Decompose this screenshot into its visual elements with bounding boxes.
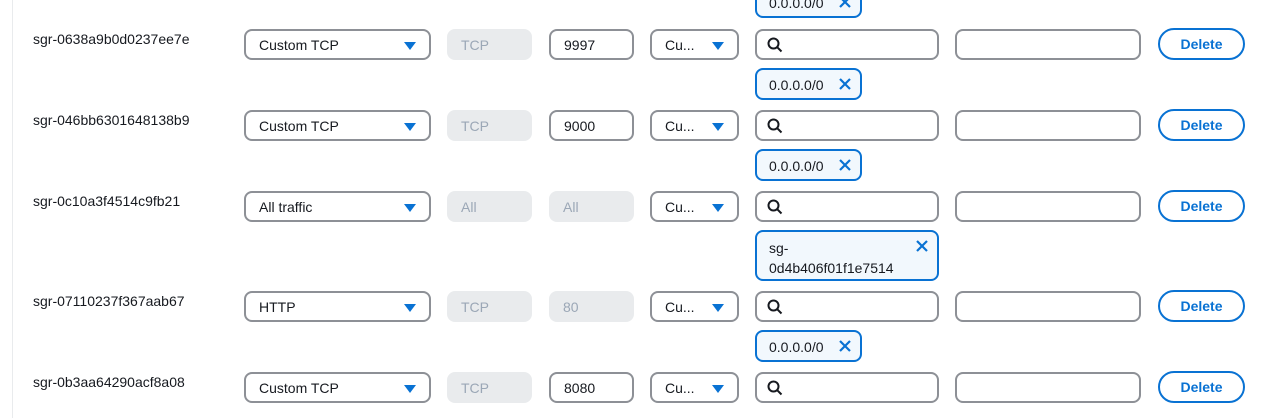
caret-down-icon bbox=[712, 385, 724, 393]
source-token-value: sg- 0d4b406f01f1e7514 bbox=[769, 240, 894, 276]
search-icon bbox=[767, 118, 783, 134]
protocol-field: All bbox=[447, 191, 532, 222]
rule-type-select[interactable]: All traffic bbox=[244, 191, 431, 222]
source-search-input[interactable] bbox=[755, 372, 939, 403]
caret-down-icon bbox=[404, 385, 416, 393]
source-token-value: 0.0.0.0/0 bbox=[769, 339, 824, 355]
rule-type-value: HTTP bbox=[259, 298, 296, 315]
rule-type-select[interactable]: HTTP bbox=[244, 291, 431, 322]
port-range-value: 9000 bbox=[564, 117, 596, 134]
source-search-input[interactable] bbox=[755, 29, 939, 60]
port-range-input[interactable]: 9000 bbox=[549, 110, 634, 141]
protocol-field: TCP bbox=[447, 291, 532, 322]
protocol-field: TCP bbox=[447, 29, 532, 60]
rule-id: sgr-0b3aa64290acf8a08 bbox=[33, 374, 185, 390]
caret-down-icon bbox=[404, 42, 416, 50]
source-search-input[interactable] bbox=[755, 291, 939, 322]
delete-rule-button[interactable]: Delete bbox=[1158, 109, 1245, 141]
caret-down-icon bbox=[712, 204, 724, 212]
source-token: 0.0.0.0/0 bbox=[755, 68, 862, 100]
close-icon[interactable] bbox=[915, 239, 929, 253]
close-icon[interactable] bbox=[838, 77, 852, 91]
caret-down-icon bbox=[712, 123, 724, 131]
source-type-select[interactable]: Cu... bbox=[650, 191, 739, 222]
search-icon bbox=[767, 380, 783, 396]
source-search-input[interactable] bbox=[755, 110, 939, 141]
rule-type-select[interactable]: Custom TCP bbox=[244, 372, 431, 403]
close-icon[interactable] bbox=[838, 339, 852, 353]
port-range-field: All bbox=[549, 191, 634, 222]
port-range-value: 8080 bbox=[564, 379, 596, 396]
source-token: 0.0.0.0/0 bbox=[755, 330, 862, 362]
port-range-value: All bbox=[563, 198, 579, 215]
protocol-field: TCP bbox=[447, 110, 532, 141]
delete-rule-button[interactable]: Delete bbox=[1158, 290, 1245, 322]
source-search-input[interactable] bbox=[755, 191, 939, 222]
source-type-value: Cu... bbox=[665, 117, 695, 134]
caret-down-icon bbox=[404, 304, 416, 312]
delete-rule-button[interactable]: Delete bbox=[1158, 190, 1245, 222]
source-type-value: Cu... bbox=[665, 379, 695, 396]
caret-down-icon bbox=[712, 304, 724, 312]
protocol-value: TCP bbox=[461, 298, 489, 315]
description-input[interactable] bbox=[955, 110, 1141, 141]
source-type-value: Cu... bbox=[665, 198, 695, 215]
search-icon bbox=[767, 199, 783, 215]
description-input[interactable] bbox=[955, 291, 1141, 322]
protocol-value: TCP bbox=[461, 36, 489, 53]
delete-rule-button[interactable]: Delete bbox=[1158, 371, 1245, 403]
description-input[interactable] bbox=[955, 29, 1141, 60]
port-range-input[interactable]: 8080 bbox=[549, 372, 634, 403]
source-token: 0.0.0.0/0 bbox=[755, 0, 862, 18]
source-token-value: 0.0.0.0/0 bbox=[769, 0, 824, 11]
protocol-value: TCP bbox=[461, 379, 489, 396]
caret-down-icon bbox=[404, 123, 416, 131]
description-input[interactable] bbox=[955, 372, 1141, 403]
rule-id: sgr-07110237f367aab67 bbox=[33, 293, 185, 309]
rule-id: sgr-046bb6301648138b9 bbox=[33, 112, 190, 128]
rule-type-value: Custom TCP bbox=[259, 117, 339, 134]
port-range-input[interactable]: 9997 bbox=[549, 29, 634, 60]
rule-id: sgr-0638a9b0d0237ee7e bbox=[33, 31, 190, 47]
rule-type-value: Custom TCP bbox=[259, 379, 339, 396]
search-icon bbox=[767, 299, 783, 315]
source-type-select[interactable]: Cu... bbox=[650, 372, 739, 403]
caret-down-icon bbox=[712, 42, 724, 50]
description-input[interactable] bbox=[955, 191, 1141, 222]
protocol-value: TCP bbox=[461, 117, 489, 134]
source-type-select[interactable]: Cu... bbox=[650, 110, 739, 141]
source-type-value: Cu... bbox=[665, 36, 695, 53]
port-range-value: 9997 bbox=[564, 36, 596, 53]
source-token: 0.0.0.0/0 bbox=[755, 149, 862, 181]
close-icon[interactable] bbox=[838, 158, 852, 172]
rule-type-value: Custom TCP bbox=[259, 36, 339, 53]
source-token-value: 0.0.0.0/0 bbox=[769, 77, 824, 93]
close-icon[interactable] bbox=[838, 0, 852, 9]
port-range-value: 80 bbox=[563, 298, 579, 315]
rule-type-select[interactable]: Custom TCP bbox=[244, 110, 431, 141]
source-token: sg- 0d4b406f01f1e7514 bbox=[755, 230, 939, 281]
rule-id: sgr-0c10a3f4514c9fb21 bbox=[33, 193, 181, 209]
source-type-value: Cu... bbox=[665, 298, 695, 315]
source-type-select[interactable]: Cu... bbox=[650, 291, 739, 322]
source-token-value: 0.0.0.0/0 bbox=[769, 158, 824, 174]
caret-down-icon bbox=[404, 204, 416, 212]
protocol-value: All bbox=[461, 198, 477, 215]
rule-type-value: All traffic bbox=[259, 198, 313, 215]
port-range-field: 80 bbox=[549, 291, 634, 322]
rule-type-select[interactable]: Custom TCP bbox=[244, 29, 431, 60]
source-type-select[interactable]: Cu... bbox=[650, 29, 739, 60]
protocol-field: TCP bbox=[447, 372, 532, 403]
search-icon bbox=[767, 37, 783, 53]
delete-rule-button[interactable]: Delete bbox=[1158, 28, 1245, 60]
